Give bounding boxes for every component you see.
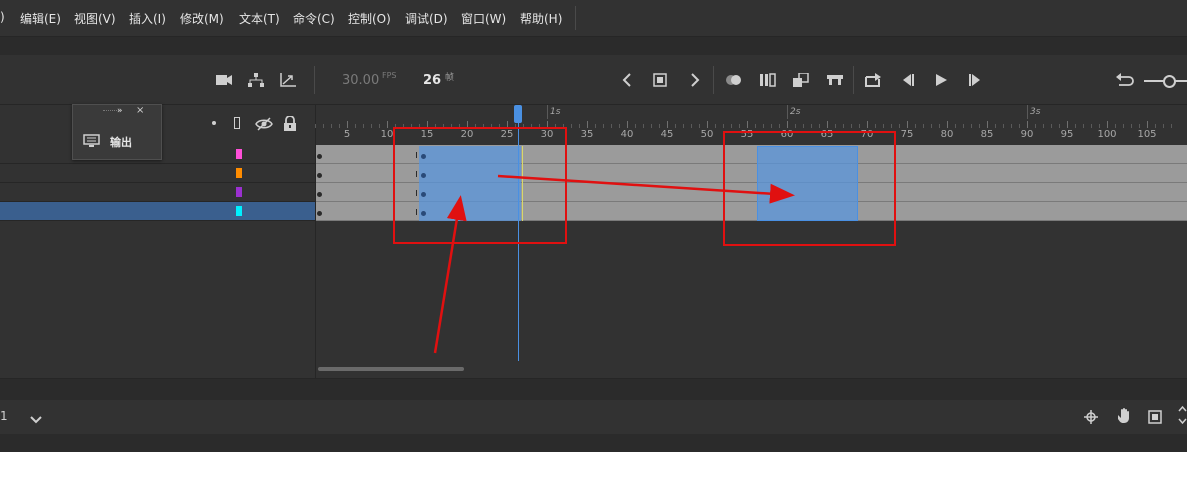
annotation-arrow-right	[497, 174, 795, 204]
annotation-arrows	[433, 174, 795, 354]
annotation-arrow-up	[433, 195, 467, 354]
animate-window: ) 编辑(E) 视图(V) 插入(I) 修改(M) 文本(T) 命令(C) 控制…	[0, 0, 1187, 452]
